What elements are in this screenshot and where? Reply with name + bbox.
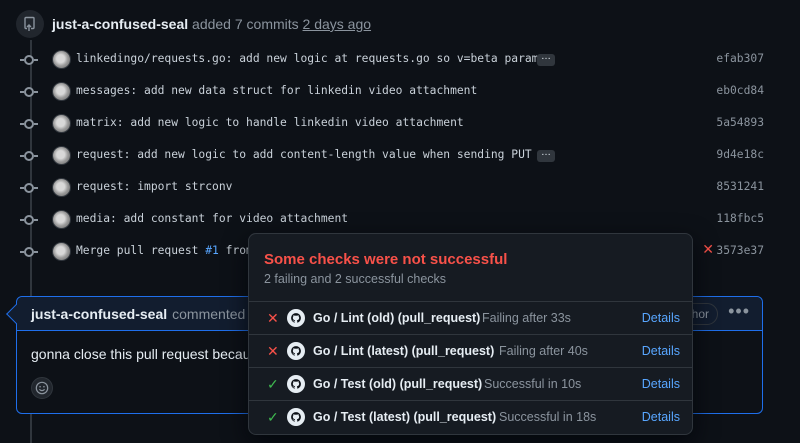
repo-push-icon xyxy=(16,10,44,38)
commit-sha-link[interactable]: 3573e37 xyxy=(716,244,764,257)
check-details-link[interactable]: Details xyxy=(642,410,680,424)
avatar[interactable] xyxy=(52,82,71,101)
check-row: ✕ Go / Lint (latest) (pull_request) Fail… xyxy=(249,334,692,367)
push-time-link[interactable]: 2 days ago xyxy=(303,16,372,32)
smiley-icon xyxy=(35,381,49,395)
checks-popover-subtitle: 2 failing and 2 successful checks xyxy=(264,272,447,286)
check-name: Go / Lint (old) (pull_request) xyxy=(313,311,481,325)
commit-sha-link[interactable]: 8531241 xyxy=(716,180,764,193)
github-actions-icon xyxy=(287,309,305,327)
status-failing-icon[interactable]: ✕ xyxy=(702,241,714,258)
fail-x-icon: ✕ xyxy=(267,342,279,359)
push-action: added 7 commits xyxy=(192,16,299,32)
commit-message-link[interactable]: request: import strconv xyxy=(76,180,232,193)
commit-icon xyxy=(20,55,38,65)
expand-commit-button[interactable]: … xyxy=(537,148,555,162)
commit-sha-link[interactable]: 5a54893 xyxy=(716,116,764,129)
check-name: Go / Test (latest) (pull_request) xyxy=(313,410,497,424)
check-description: Failing after 33s xyxy=(482,311,571,325)
expand-commit-button[interactable]: … xyxy=(537,52,555,66)
commit-row: media: add constant for video attachment… xyxy=(0,209,800,231)
check-name: Go / Lint (latest) (pull_request) xyxy=(313,344,495,358)
checks-popover-title: Some checks were not successful xyxy=(264,251,508,268)
commit-sha-link[interactable]: 9d4e18c xyxy=(716,148,764,161)
check-row: ✓ Go / Test (latest) (pull_request) Succ… xyxy=(249,400,692,433)
push-event: just-a-confused-seal added 7 commits 2 d… xyxy=(16,9,371,39)
commit-row: request: import strconv 8531241 xyxy=(0,177,800,199)
github-actions-icon xyxy=(287,375,305,393)
commit-message-link[interactable]: messages: add new data struct for linked… xyxy=(76,84,477,97)
commit-row: messages: add new data struct for linked… xyxy=(0,81,800,103)
fail-x-icon: ✕ xyxy=(267,309,279,326)
github-actions-icon xyxy=(287,342,305,360)
check-description: Successful in 10s xyxy=(484,377,582,391)
check-details-link[interactable]: Details xyxy=(642,377,680,391)
commit-message-link[interactable]: matrix: add new logic to handle linkedin… xyxy=(76,116,464,129)
commit-icon xyxy=(20,247,38,257)
check-name: Go / Test (old) (pull_request) xyxy=(313,377,483,391)
check-description: Successful in 18s xyxy=(499,410,597,424)
check-description: Failing after 40s xyxy=(499,344,588,358)
commit-row: matrix: add new logic to handle linkedin… xyxy=(0,113,800,135)
commit-row: linkedingo/requests.go: add new logic at… xyxy=(0,49,800,71)
check-details-link[interactable]: Details xyxy=(642,344,680,358)
commit-icon xyxy=(20,119,38,129)
commit-message: Merge pull request #1 from xyxy=(76,244,253,257)
avatar[interactable] xyxy=(52,114,71,133)
commit-icon xyxy=(20,151,38,161)
check-row: ✓ Go / Test (old) (pull_request) Success… xyxy=(249,367,692,400)
commit-row: request: add new logic to add content-le… xyxy=(0,145,800,167)
push-event-heading: just-a-confused-seal added 7 commits 2 d… xyxy=(52,16,371,32)
push-actor-link[interactable]: just-a-confused-seal xyxy=(52,16,188,32)
avatar[interactable] xyxy=(52,146,71,165)
commit-message-prefix[interactable]: Merge pull request xyxy=(76,244,205,257)
comment-body: gonna close this pull request because xyxy=(31,346,266,362)
check-details-link[interactable]: Details xyxy=(642,311,680,325)
commit-message-link[interactable]: media: add constant for video attachment xyxy=(76,212,348,225)
commit-message-link[interactable]: request: add new logic to add content-le… xyxy=(76,148,552,161)
add-reaction-button[interactable] xyxy=(31,377,53,399)
commit-sha-link[interactable]: efab307 xyxy=(716,52,764,65)
check-mark-icon: ✓ xyxy=(267,375,279,392)
comment-options-button[interactable]: ••• xyxy=(728,301,750,322)
avatar[interactable] xyxy=(52,210,71,229)
avatar[interactable] xyxy=(52,242,71,261)
pr-link[interactable]: #1 xyxy=(205,244,219,257)
check-mark-icon: ✓ xyxy=(267,408,279,425)
commit-sha-link[interactable]: eb0cd84 xyxy=(716,84,764,97)
commit-icon xyxy=(20,215,38,225)
commit-icon xyxy=(20,87,38,97)
commit-icon xyxy=(20,183,38,193)
avatar[interactable] xyxy=(52,50,71,69)
github-actions-icon xyxy=(287,408,305,426)
commit-sha-link[interactable]: 118fbc5 xyxy=(716,212,764,225)
checks-popover: Some checks were not successful 2 failin… xyxy=(248,233,693,435)
check-row: ✕ Go / Lint (old) (pull_request) Failing… xyxy=(249,301,692,334)
comment-author-link[interactable]: just-a-confused-seal xyxy=(31,306,167,322)
commit-message-link[interactable]: linkedingo/requests.go: add new logic at… xyxy=(76,52,552,65)
avatar[interactable] xyxy=(52,178,71,197)
